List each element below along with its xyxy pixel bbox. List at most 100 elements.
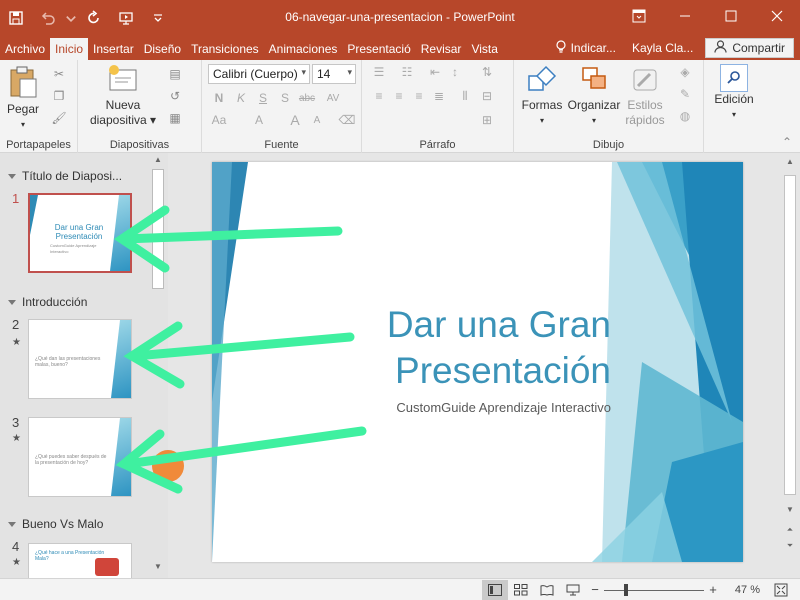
underline-button[interactable]: S (254, 90, 272, 106)
align-right-icon[interactable]: ≡ (410, 88, 428, 104)
normal-view-icon[interactable] (482, 579, 508, 600)
slide-thumbnail-2[interactable]: ¿Qué dan las presentaciones malas, bueno… (28, 319, 132, 399)
section-header-3[interactable]: Bueno Vs Malo (8, 517, 103, 531)
section-header-1[interactable]: Título de Diaposi... (8, 169, 122, 183)
fit-to-window-icon[interactable] (768, 580, 794, 600)
arrange-label: Organizar (567, 98, 621, 112)
repeat-icon[interactable] (78, 3, 110, 33)
tab-animaciones[interactable]: Animaciones (264, 38, 343, 60)
arrange-button[interactable]: Organizar ▾ (566, 64, 622, 128)
paste-button[interactable]: Pegar ▾ (6, 66, 40, 132)
minimize-icon[interactable] (662, 0, 708, 32)
scroll-up-icon[interactable]: ▲ (150, 155, 166, 164)
present-from-start-icon[interactable] (110, 3, 142, 33)
collapse-section-icon (8, 299, 16, 305)
slide-thumbnail-4[interactable]: ¿Qué hace a una Presentación Mala? (28, 543, 132, 578)
ribbon-display-options-icon[interactable] (616, 0, 662, 32)
save-icon[interactable] (0, 3, 32, 33)
tab-diseno[interactable]: Diseño (139, 38, 186, 60)
undo-dropdown-icon[interactable] (64, 3, 78, 33)
align-text-icon[interactable]: ⊟ (478, 88, 496, 104)
shadow-button[interactable]: S (276, 90, 294, 106)
tab-revisar[interactable]: Revisar (416, 38, 467, 60)
slide-title-line-1: Dar una Gran (386, 304, 611, 345)
section-icon[interactable]: ▦ (166, 110, 184, 126)
zoom-level[interactable]: 47 % (722, 584, 760, 596)
share-button[interactable]: Compartir (705, 38, 794, 58)
copy-icon[interactable]: ❐ (50, 88, 68, 104)
tab-transiciones[interactable]: Transiciones (186, 38, 264, 60)
clear-formatting-icon[interactable]: ⌫ (338, 112, 356, 128)
tab-vista[interactable]: Vista (466, 38, 502, 60)
shape-outline-icon[interactable]: ✎ (676, 86, 694, 102)
bullets-icon[interactable]: ☰ (370, 64, 388, 80)
user-name[interactable]: Kayla Cla... (624, 41, 701, 55)
quick-styles-button[interactable]: Estilos rápidos (620, 64, 670, 128)
tab-archivo[interactable]: Archivo (0, 38, 50, 60)
shape-effects-icon[interactable]: ◍ (676, 108, 694, 124)
reading-view-icon[interactable] (534, 580, 560, 600)
scroll-thumb[interactable] (152, 169, 164, 289)
next-slide-icon[interactable]: ⏷ (782, 541, 798, 551)
scroll-up-icon[interactable]: ▲ (782, 157, 798, 166)
line-spacing-icon[interactable]: ↕ (446, 64, 464, 80)
align-left-icon[interactable]: ≡ (370, 88, 388, 104)
char-spacing-button[interactable]: AV (324, 90, 342, 106)
reset-icon[interactable]: ↺ (166, 88, 184, 104)
shrink-font-button[interactable]: A (308, 112, 326, 128)
scroll-down-icon[interactable]: ▼ (782, 505, 798, 514)
strikethrough-button[interactable]: abc (298, 90, 316, 106)
font-name-combo[interactable]: Calibri (Cuerpo) ▾ (208, 64, 310, 84)
italic-button[interactable]: K (232, 90, 250, 106)
slide-number: 3 (12, 415, 20, 430)
font-size-combo[interactable]: 14 ▾ (312, 64, 356, 84)
slide-sorter-icon[interactable] (508, 580, 534, 600)
scroll-down-icon[interactable]: ▼ (150, 562, 166, 571)
shapes-icon (528, 65, 557, 91)
section-header-2[interactable]: Introducción (8, 295, 87, 309)
decrease-indent-icon[interactable]: ⇤ (426, 64, 444, 80)
clipboard-icon (10, 66, 37, 98)
bold-button[interactable]: N (210, 90, 228, 106)
slide-thumbnail-1[interactable]: Dar una Gran Presentación CustomGuide Ap… (28, 193, 132, 273)
close-icon[interactable] (754, 0, 800, 32)
zoom-in-icon[interactable]: + (704, 580, 722, 600)
customize-toolbar-icon[interactable] (142, 3, 174, 33)
cut-icon[interactable]: ✂ (50, 66, 68, 82)
shapes-button[interactable]: Formas ▾ (516, 64, 568, 128)
editor-scrollbar[interactable]: ▲ ▼ ⏶ ⏷ (780, 153, 800, 578)
tab-insertar[interactable]: Insertar (88, 38, 139, 60)
columns-icon[interactable]: ⫴ (456, 88, 474, 104)
smartart-icon[interactable]: ⊞ (478, 112, 496, 128)
text-direction-icon[interactable]: ⇅ (478, 64, 496, 80)
align-center-icon[interactable]: ≡ (390, 88, 408, 104)
tab-presentacion[interactable]: Presentació (342, 38, 415, 60)
grow-font-button[interactable]: A (286, 112, 304, 128)
zoom-slider-knob[interactable] (624, 583, 628, 596)
font-color-button[interactable]: A (250, 112, 268, 128)
ribbon: Pegar ▾ ✂ ❐ 🖌 Portapapeles Nueva diaposi… (0, 60, 800, 153)
current-slide[interactable]: Dar una Gran Presentación CustomGuide Ap… (212, 162, 743, 562)
new-slide-button[interactable]: Nueva diapositiva ▾ (88, 64, 158, 128)
layout-icon[interactable]: ▤ (166, 66, 184, 82)
slide-title[interactable]: Dar una Gran Presentación (322, 302, 611, 394)
slide-subtitle[interactable]: CustomGuide Aprendizaje Interactivo (312, 400, 611, 415)
previous-slide-icon[interactable]: ⏶ (782, 525, 798, 535)
format-painter-icon[interactable]: 🖌 (50, 110, 68, 126)
zoom-out-icon[interactable]: − (586, 580, 604, 600)
slideshow-view-icon[interactable] (560, 580, 586, 600)
maximize-icon[interactable] (708, 0, 754, 32)
numbering-icon[interactable]: ☷ (398, 64, 416, 80)
undo-icon[interactable] (32, 3, 64, 33)
slide-thumbnail-3[interactable]: ¿Qué puedes saber después de la presenta… (28, 417, 132, 497)
tell-me-box[interactable]: Indicar... (547, 39, 624, 57)
shape-fill-icon[interactable]: ◈ (676, 64, 694, 80)
collapse-ribbon-icon[interactable]: ⌃ (778, 134, 796, 150)
zoom-slider[interactable] (604, 580, 704, 600)
panel-scrollbar[interactable]: ▲ ▼ (150, 155, 166, 575)
justify-icon[interactable]: ≣ (430, 88, 448, 104)
scroll-thumb[interactable] (784, 175, 796, 495)
editing-button[interactable]: Edición ▾ (708, 64, 760, 122)
change-case-button[interactable]: Aa (210, 112, 228, 128)
tab-inicio[interactable]: Inicio (50, 38, 89, 60)
